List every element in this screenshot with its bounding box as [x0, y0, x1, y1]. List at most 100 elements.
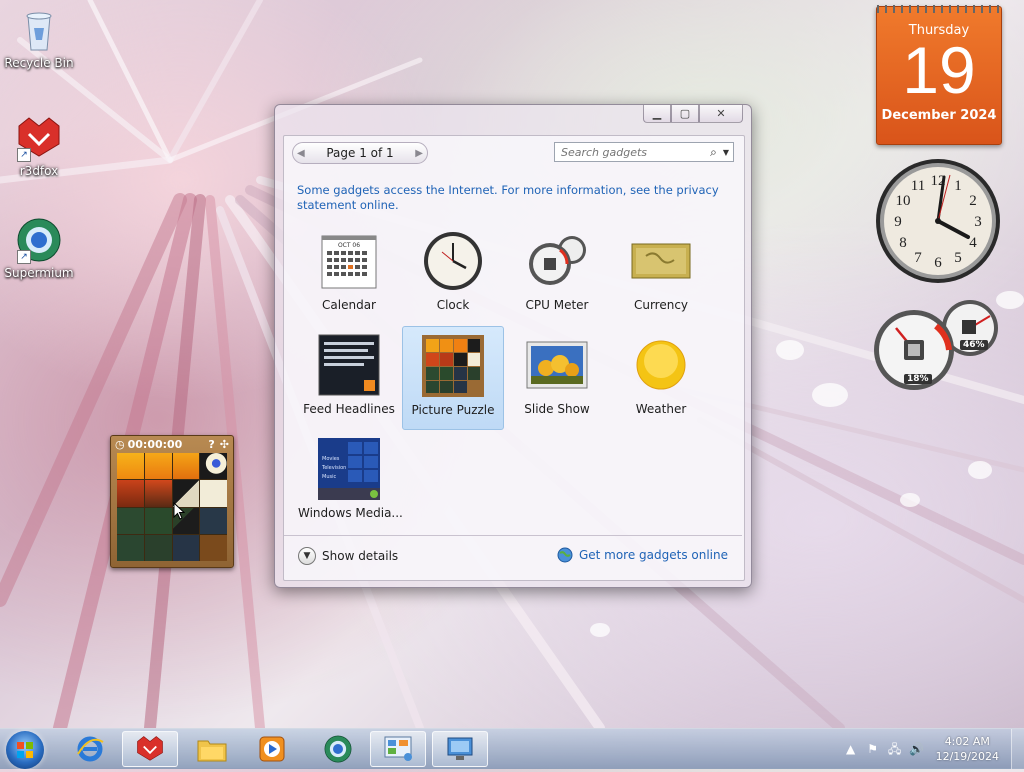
search-box: ⌕ ▼ — [554, 142, 734, 162]
next-page-button[interactable]: ▶ — [415, 148, 423, 159]
page-navigator: ◀ Page 1 of 1 ▶ — [292, 142, 428, 164]
clock-numeral: 9 — [894, 214, 902, 230]
cpu-meter-gadget[interactable]: 18% 46% — [874, 298, 1002, 394]
network-monitor-icon — [447, 737, 473, 760]
gadget-tile-picture-puzzle[interactable]: Picture Puzzle — [402, 326, 504, 430]
puzzle-tile[interactable] — [117, 534, 144, 561]
shortcut-arrow-icon: ↗ — [17, 250, 31, 264]
clock-face-icon: 12 1 2 3 4 5 6 7 8 9 10 11 — [876, 159, 1000, 283]
clock-gadget[interactable]: 12 1 2 3 4 5 6 7 8 9 10 11 — [874, 157, 1002, 285]
gadget-tile-windows-media[interactable]: Movies Television Music Windows Media... — [298, 434, 403, 534]
gadget-tile-cpu-meter[interactable]: CPU Meter — [506, 226, 608, 326]
puzzle-tile[interactable] — [172, 534, 200, 561]
get-more-gadgets-link[interactable]: Get more gadgets online — [557, 547, 728, 563]
maximize-icon: ▢ — [679, 107, 691, 120]
close-button[interactable]: ✕ — [699, 105, 743, 123]
puzzle-tile[interactable] — [200, 453, 227, 480]
internet-explorer-icon — [77, 736, 104, 762]
taskbar-date: 12/19/2024 — [935, 750, 999, 763]
show-details-button[interactable]: ▼ Show details — [298, 547, 398, 565]
gadget-label: Clock — [436, 298, 470, 312]
internet-info-link[interactable]: Some gadgets access the Internet. For mo… — [297, 183, 727, 213]
puzzle-tile[interactable] — [200, 480, 227, 507]
r3dfox-icon: ↗ — [15, 114, 63, 162]
taskbar-media-player[interactable] — [244, 731, 300, 767]
puzzle-tile[interactable] — [172, 453, 200, 480]
taskbar-r3dfox[interactable] — [122, 731, 178, 767]
taskbar-file-explorer[interactable] — [184, 731, 240, 767]
file-explorer-icon — [197, 740, 227, 762]
desktop-icon-supermium[interactable]: ↗ Supermium — [2, 216, 76, 280]
puzzle-tile[interactable] — [144, 534, 172, 561]
search-icon[interactable]: ⌕ — [710, 145, 717, 160]
gadget-tile-weather[interactable]: Weather — [610, 330, 712, 430]
supermium-icon: ↗ — [15, 216, 63, 264]
calendar-day-number: 19 — [902, 33, 976, 107]
picture-puzzle-gadget[interactable]: ◷ 00:00:00 ? ✣ — [110, 435, 234, 568]
clock-numeral: 3 — [974, 214, 982, 230]
taskbar-network-monitor[interactable] — [432, 731, 488, 767]
taskbar-supermium[interactable] — [310, 731, 366, 767]
search-dropdown-icon[interactable]: ▼ — [723, 148, 729, 157]
desktop-icon-recycle-bin[interactable]: Recycle Bin — [2, 6, 76, 70]
shuffle-icon[interactable]: ✣ — [220, 438, 229, 451]
previous-page-button[interactable]: ◀ — [297, 148, 305, 159]
clock-numeral: 6 — [934, 255, 942, 271]
show-hidden-icons-chevron-icon[interactable]: ▲ — [843, 741, 859, 757]
windows-logo-icon — [17, 742, 33, 758]
gadget-tile-feed-headlines[interactable]: Feed Headlines — [298, 330, 400, 430]
recycle-bin-icon — [15, 6, 63, 54]
puzzle-tile[interactable] — [144, 480, 172, 507]
clock-gadget-icon — [422, 230, 484, 292]
taskbar-clock[interactable]: 4:02 AM 12/19/2024 — [936, 734, 999, 764]
puzzle-tile[interactable] — [200, 507, 227, 534]
maximize-button[interactable]: ▢ — [671, 105, 699, 123]
globe-icon — [557, 547, 573, 563]
puzzle-empty-slot[interactable] — [200, 534, 227, 561]
gadget-label: Calendar — [322, 298, 376, 312]
system-tray: ▲ ⚑ 🖧 🔊 4:02 AM 12/19/2024 — [840, 729, 1024, 769]
show-desktop-button[interactable] — [1011, 729, 1024, 769]
calendar-gadget[interactable]: Thursday 19 December 2024 — [876, 5, 1002, 145]
puzzle-tile[interactable] — [144, 507, 172, 534]
chevron-down-icon: ▼ — [298, 547, 316, 565]
gadget-tile-clock[interactable]: Clock — [402, 226, 504, 326]
timer-icon: ◷ — [115, 437, 125, 451]
minimize-button[interactable]: ▁ — [643, 105, 671, 123]
memory-usage-readout: 46% — [960, 340, 988, 350]
desktop-icon-r3dfox[interactable]: ↗ r3dfox — [2, 114, 76, 178]
currency-gadget-icon — [630, 230, 692, 292]
slide-show-gadget-icon — [526, 334, 588, 396]
taskbar-gadgets[interactable] — [370, 731, 426, 767]
media-menu-item: Movies — [322, 456, 340, 462]
puzzle-header: ◷ 00:00:00 ? ✣ — [111, 436, 233, 452]
start-button[interactable] — [6, 731, 44, 769]
puzzle-grid[interactable] — [117, 453, 227, 561]
volume-icon[interactable]: 🔊 — [909, 741, 925, 757]
network-icon[interactable]: 🖧 — [887, 741, 903, 757]
puzzle-tile[interactable] — [117, 480, 144, 507]
gadget-tile-calendar[interactable]: OCT 06 Calendar — [298, 226, 400, 326]
gallery-footer: ▼ Show details Get more gadgets online — [284, 535, 742, 580]
puzzle-tile[interactable] — [144, 453, 172, 480]
gadget-tile-slide-show[interactable]: Slide Show — [506, 330, 608, 430]
gadget-tile-currency[interactable]: Currency — [610, 226, 712, 326]
gadget-label: Currency — [633, 298, 689, 312]
gadget-label: CPU Meter — [525, 298, 589, 312]
gadget-label: Slide Show — [524, 402, 590, 416]
puzzle-timer: 00:00:00 — [127, 437, 183, 451]
action-center-flag-icon[interactable]: ⚑ — [865, 741, 881, 757]
clock-numeral: 1 — [954, 178, 962, 194]
taskbar-time: 4:02 AM — [944, 735, 990, 748]
puzzle-tile[interactable] — [117, 453, 144, 480]
help-icon[interactable]: ? — [208, 438, 214, 451]
clock-numeral: 5 — [954, 250, 962, 266]
calendar-gadget-icon: OCT 06 — [318, 230, 380, 292]
puzzle-tile[interactable] — [117, 507, 144, 534]
search-gadgets-input[interactable] — [559, 144, 705, 160]
gadget-gallery-content: ◀ Page 1 of 1 ▶ ⌕ ▼ Some gadgets access … — [283, 135, 745, 581]
clock-numeral: 7 — [914, 250, 922, 266]
clock-numeral: 11 — [911, 178, 925, 194]
picture-puzzle-gadget-icon — [422, 335, 484, 397]
taskbar-internet-explorer[interactable] — [62, 731, 118, 767]
